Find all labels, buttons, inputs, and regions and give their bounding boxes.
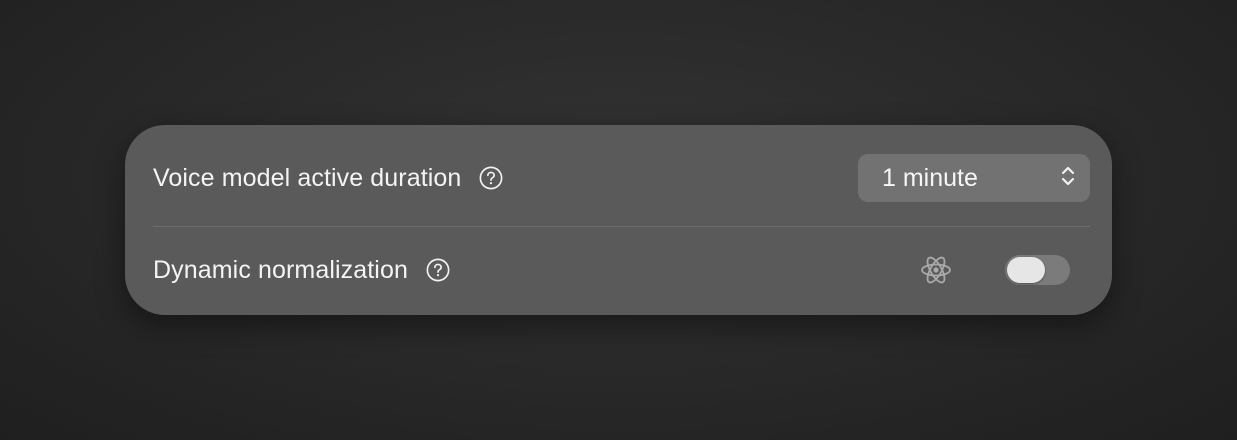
- atom-icon: [919, 253, 953, 287]
- duration-select[interactable]: 1 minute: [858, 154, 1090, 202]
- duration-select-value: 1 minute: [882, 163, 978, 192]
- dynamic-normalization-toggle[interactable]: [1005, 255, 1070, 285]
- row-divider: [153, 226, 1090, 227]
- chevron-up-down-icon: [1060, 164, 1076, 193]
- toggle-knob: [1007, 257, 1045, 283]
- question-circle-icon[interactable]: [426, 258, 450, 282]
- dynamic-normalization-label: Dynamic normalization: [153, 255, 408, 284]
- voice-model-duration-row: Voice model active duration 1 minute: [153, 153, 1090, 203]
- settings-panel: Voice model active duration 1 minute Dyn…: [125, 125, 1112, 315]
- question-circle-icon[interactable]: [479, 166, 503, 190]
- voice-model-duration-label: Voice model active duration: [153, 163, 462, 192]
- dynamic-normalization-row: Dynamic normalization: [153, 245, 1090, 295]
